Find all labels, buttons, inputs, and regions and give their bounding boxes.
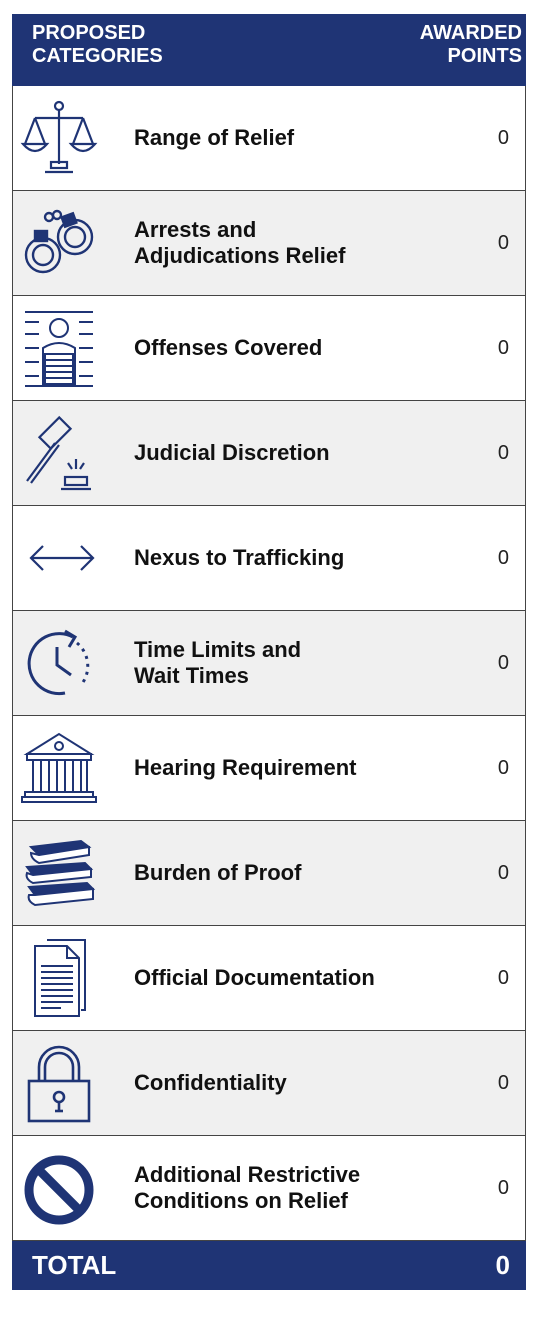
gavel-icon: [19, 413, 99, 493]
table-row: Confidentiality 0: [13, 1031, 525, 1136]
row-label: Additional Restrictive Conditions on Rel…: [134, 1162, 361, 1213]
total-label: TOTAL: [32, 1250, 117, 1280]
row-label: Hearing Requirement: [134, 755, 357, 780]
prohibited-icon: [19, 1148, 99, 1228]
header-points-line2: POINTS: [447, 45, 522, 67]
document-icon: [19, 938, 99, 1018]
table-row: Burden of Proof 0: [13, 821, 525, 926]
books-icon: [19, 833, 99, 913]
clock-icon: [19, 623, 99, 703]
total-value: 0: [495, 1250, 510, 1280]
row-label: Offenses Covered: [134, 335, 323, 360]
table-row: Judicial Discretion 0: [13, 401, 525, 506]
row-points: 0: [497, 651, 509, 674]
table-header: PROPOSED CATEGORIES AWARDED POINTS: [12, 14, 526, 86]
scorecard-table: PROPOSED CATEGORIES AWARDED POINTS Range…: [12, 14, 526, 1314]
row-label: Arrests and Adjudications Relief: [134, 217, 346, 268]
row-points: 0: [497, 336, 509, 359]
double-arrow-icon: [19, 518, 99, 598]
handcuffs-icon: [19, 203, 99, 283]
scales-icon: [19, 98, 99, 178]
row-points: 0: [497, 1071, 509, 1094]
table-row: Nexus to Trafficking 0: [13, 506, 525, 611]
table-row: Hearing Requirement 0: [13, 716, 525, 821]
row-points: 0: [497, 231, 509, 254]
category-rows: Range of Relief 0 Arrests and Adjudicati…: [12, 86, 526, 1241]
table-row: Range of Relief 0: [13, 86, 525, 191]
row-label: Confidentiality: [134, 1070, 287, 1095]
table-row: Offenses Covered 0: [13, 296, 525, 401]
row-label: Judicial Discretion: [134, 440, 330, 465]
table-row: Arrests and Adjudications Relief 0: [13, 191, 525, 296]
table-row: Official Documentation 0: [13, 926, 525, 1031]
row-label: Nexus to Trafficking: [134, 545, 345, 570]
row-points: 0: [497, 441, 509, 464]
row-label: Time Limits and Wait Times: [134, 637, 302, 688]
table-row: Additional Restrictive Conditions on Rel…: [13, 1136, 525, 1241]
row-points: 0: [497, 861, 509, 884]
table-row: Time Limits and Wait Times 0: [13, 611, 525, 716]
row-points: 0: [497, 546, 509, 569]
header-categories-line1: PROPOSED: [32, 22, 146, 44]
row-points: 0: [497, 756, 509, 779]
row-points: 0: [497, 1176, 509, 1199]
header-categories: PROPOSED CATEGORIES: [32, 22, 163, 68]
padlock-icon: [19, 1043, 99, 1123]
courthouse-icon: [19, 728, 99, 808]
header-points: AWARDED POINTS: [420, 22, 522, 68]
row-points: 0: [497, 966, 509, 989]
mugshot-icon: [19, 308, 99, 388]
row-label: Official Documentation: [134, 965, 375, 990]
row-label: Range of Relief: [134, 125, 295, 150]
header-points-line1: AWARDED: [419, 22, 522, 44]
row-label: Burden of Proof: [134, 860, 302, 885]
total-row: TOTAL 0: [12, 1241, 526, 1290]
row-points: 0: [497, 126, 509, 149]
header-categories-line2: CATEGORIES: [32, 45, 163, 67]
